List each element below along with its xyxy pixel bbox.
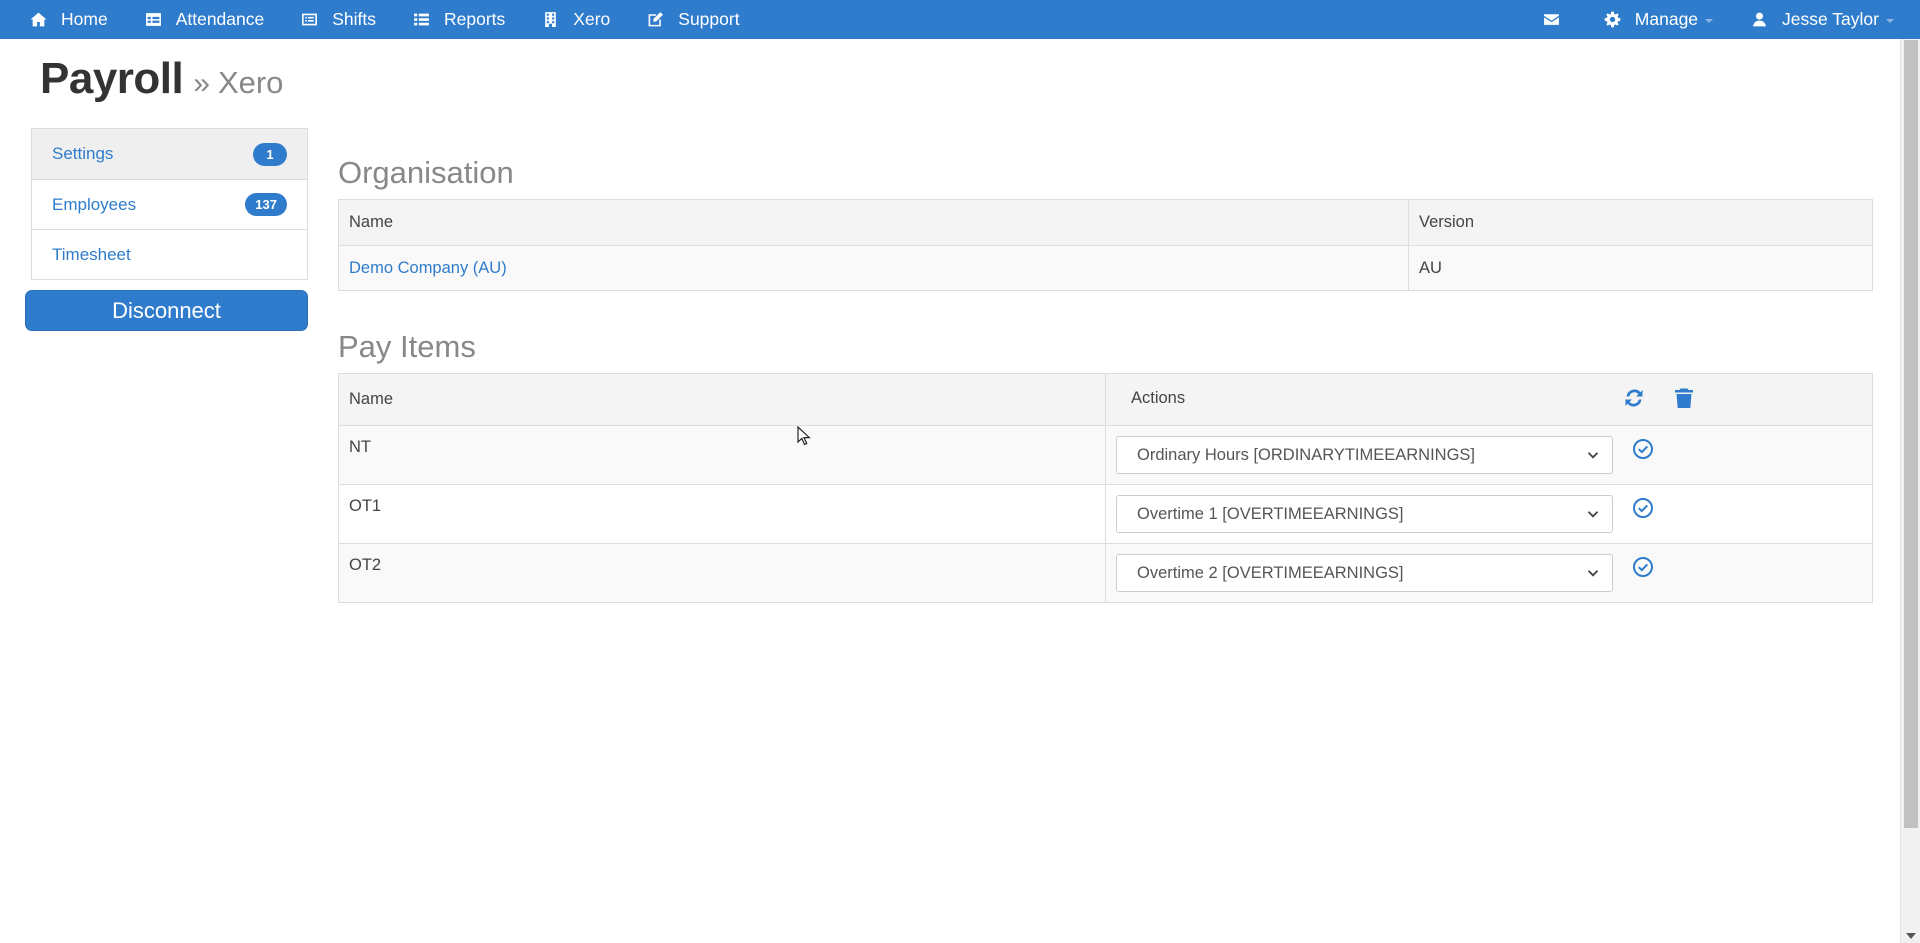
check-circle-icon [1632,556,1653,577]
organisation-version: AU [1408,245,1873,291]
count-badge: 137 [245,193,287,216]
sidebar-item-employees[interactable]: Employees 137 [32,179,307,229]
sidebar-menu: Settings 1 Employees 137 Timesheet [31,128,308,280]
scroll-down-arrow-icon[interactable] [1906,933,1916,939]
refresh-icon[interactable] [1622,386,1646,410]
nav-reports[interactable]: Reports [413,0,505,39]
table-icon [145,13,161,26]
title-separator: » [193,67,210,100]
page-subtitle: Xero [217,65,284,100]
pay-item-name: NT [338,425,1106,485]
column-header-name: Name [338,199,1409,246]
table-row: OT2 Overtime 2 [OVERTIMEEARNINGS] [338,543,1873,603]
confirm-button[interactable] [1632,497,1654,524]
count-badge: 1 [253,142,287,166]
caret-down-icon [1705,18,1714,23]
nav-attendance[interactable]: Attendance [145,0,264,39]
edit-icon [648,12,664,27]
organisation-name-link[interactable]: Demo Company (AU) [349,259,507,277]
nav-shifts[interactable]: Shifts [301,0,376,39]
envelope-icon [1543,14,1559,25]
nav-support[interactable]: Support [647,0,740,39]
header-actions [1596,386,1696,410]
sidebar-item-timesheet[interactable]: Timesheet [32,229,307,279]
organisation-heading: Organisation [338,155,514,190]
confirm-button[interactable] [1632,556,1654,583]
mail-button[interactable] [1543,0,1560,39]
page-title-main: Payroll [40,54,184,103]
table-row: NT Ordinary Hours [ORDINARYTIMEEARNINGS] [338,425,1873,485]
gear-icon [1604,11,1621,28]
list-alt-icon [302,13,318,26]
pay-items-table: Name Actions NT Ordinary Hours [ORDINARY… [338,373,1873,603]
mouse-cursor-icon [797,426,811,446]
pay-item-select[interactable]: Overtime 1 [OVERTIMEEARNINGS] [1116,495,1613,533]
pay-item-name: OT1 [338,484,1106,544]
chevron-down-icon [1587,570,1599,577]
pay-items-heading: Pay Items [338,329,476,364]
check-circle-icon [1632,497,1653,518]
sidebar-item-label: Settings [52,144,114,163]
user-menu[interactable]: Jesse Taylor [1751,0,1894,39]
sidebar-item-label: Timesheet [52,244,131,264]
home-icon [30,12,47,27]
column-header-name: Name [338,373,1106,426]
check-circle-icon [1632,438,1653,459]
list-icon [414,13,429,26]
nav-home[interactable]: Home [30,0,108,39]
chevron-down-icon [1587,452,1599,459]
organisation-table: Name Version Demo Company (AU) AU [338,199,1873,291]
nav-xero[interactable]: Xero [542,0,610,39]
pay-item-name: OT2 [338,543,1106,603]
building-icon [545,12,557,27]
pay-item-select[interactable]: Ordinary Hours [ORDINARYTIMEEARNINGS] [1116,436,1613,474]
page-title: Payroll » Xero [40,54,283,104]
confirm-button[interactable] [1632,438,1654,465]
trash-icon[interactable] [1672,386,1696,410]
column-header-actions: Actions [1105,373,1873,426]
disconnect-button[interactable]: Disconnect [25,290,308,331]
pay-item-select[interactable]: Overtime 2 [OVERTIMEEARNINGS] [1116,554,1613,592]
manage-menu[interactable]: Manage [1604,0,1714,39]
sidebar-item-settings[interactable]: Settings 1 [32,129,307,179]
vertical-scrollbar[interactable] [1900,39,1920,943]
table-row: Demo Company (AU) AU [338,245,1873,291]
chevron-down-icon [1587,511,1599,518]
caret-down-icon [1886,18,1894,23]
column-header-version: Version [1408,199,1873,246]
table-row: OT1 Overtime 1 [OVERTIMEEARNINGS] [338,484,1873,544]
user-icon [1753,12,1766,27]
scrollbar-thumb[interactable] [1904,40,1918,828]
sidebar-item-label: Employees [52,194,137,214]
top-navbar: Home Attendance Shifts Reports Xero Supp… [0,0,1920,39]
